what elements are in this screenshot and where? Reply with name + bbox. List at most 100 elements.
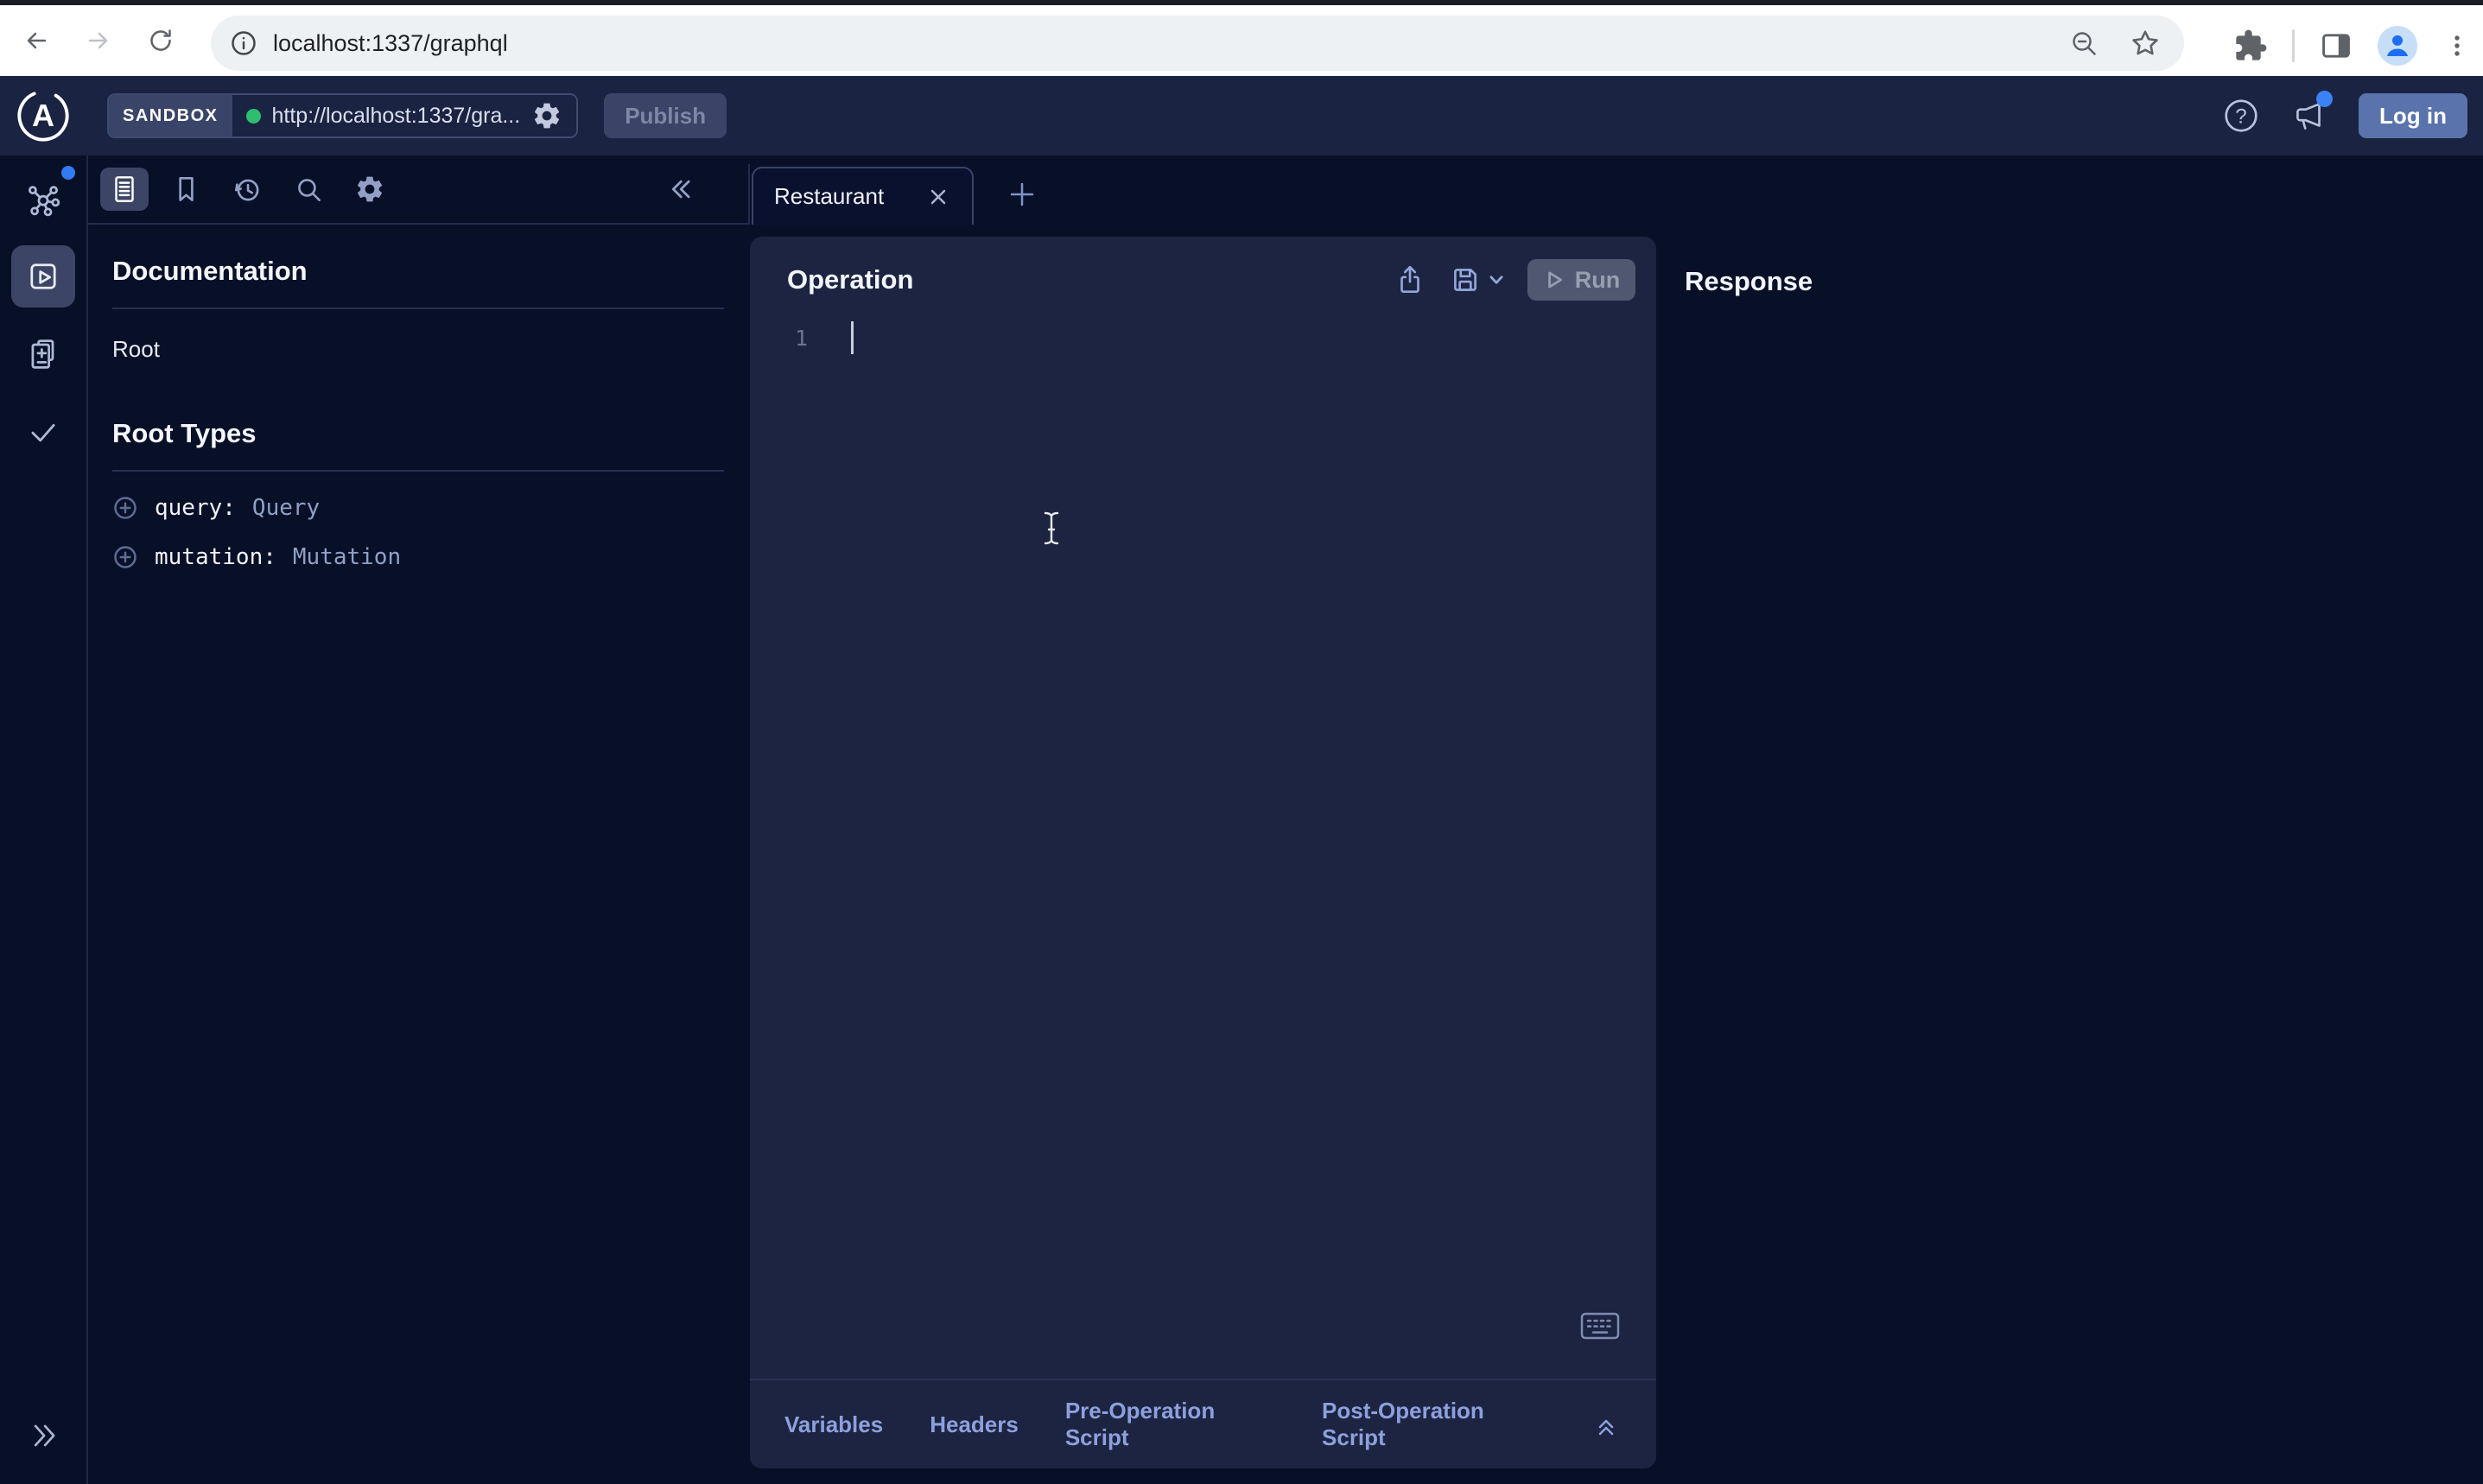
tab-variables[interactable]: Variables (784, 1411, 883, 1438)
collapse-doc-panel-button[interactable] (662, 170, 696, 208)
new-tab-button[interactable] (1005, 177, 1039, 212)
documentation-title: Documentation (112, 256, 724, 287)
forward-arrow-icon (83, 25, 114, 56)
double-chevron-up-icon (1591, 1409, 1622, 1440)
root-types-title: Root Types (112, 418, 724, 449)
help-icon[interactable]: ? (2222, 97, 2260, 135)
bookmark-star-icon[interactable] (2129, 27, 2162, 60)
operation-editor[interactable]: 1 (750, 321, 1656, 354)
tab-restaurant[interactable]: Restaurant (752, 167, 974, 225)
apollo-sandbox-page: { "browser": { "url": "localhost:1337/gr… (0, 0, 2483, 1484)
double-chevron-left-icon (662, 172, 696, 206)
operation-title: Operation (787, 264, 913, 295)
browser-back-button[interactable] (12, 16, 60, 65)
divider (112, 470, 724, 472)
save-operation-button[interactable] (1449, 263, 1482, 296)
announcements-button[interactable] (2289, 96, 2329, 136)
expand-sidebar-button[interactable] (11, 1410, 75, 1462)
site-info-icon[interactable] (228, 28, 259, 59)
save-menu-chevron[interactable] (1488, 271, 1505, 289)
field-name[interactable]: mutation: (155, 544, 276, 570)
operation-panel: Operation Run 1 Variables (750, 237, 1656, 1468)
apollo-logo-letter: A (16, 88, 71, 143)
add-field-icon[interactable] (112, 495, 138, 521)
apollo-logo[interactable]: A (16, 88, 71, 143)
tool-bookmarks[interactable] (162, 168, 210, 211)
nav-explorer[interactable] (11, 245, 75, 308)
text-caret (851, 321, 854, 354)
back-arrow-icon (21, 25, 52, 56)
keyboard-icon (1580, 1311, 1620, 1341)
line-number: 1 (795, 326, 808, 351)
chevron-down-icon (1488, 271, 1505, 289)
graph-schema-icon (24, 180, 62, 218)
tool-search[interactable] (284, 168, 333, 211)
plus-icon (1005, 177, 1039, 212)
response-title: Response (1685, 266, 1813, 297)
field-row-mutation[interactable]: mutation: Mutation (112, 544, 724, 570)
close-x-icon (925, 184, 951, 210)
field-row-query[interactable]: query: Query (112, 495, 724, 521)
tool-history[interactable] (223, 168, 271, 211)
close-tab-icon[interactable] (925, 184, 951, 210)
add-field-icon[interactable] (112, 544, 138, 570)
schema-notification-dot (61, 166, 75, 180)
announcements-notification-dot (2316, 91, 2333, 107)
toolbar-divider (2292, 29, 2295, 62)
side-panel-icon[interactable] (2319, 29, 2353, 63)
tab-pre-operation-script[interactable]: Pre-Operation Script (1065, 1398, 1275, 1451)
operation-tabbar: Restaurant (748, 164, 2483, 225)
tab-label: Restaurant (774, 183, 884, 210)
bookmark-icon (169, 173, 202, 206)
operation-footer: Variables Headers Pre-Operation Script P… (750, 1379, 1656, 1468)
checkmark-icon (24, 413, 62, 451)
endpoint-settings-gear-icon[interactable] (531, 100, 562, 131)
search-icon (292, 173, 325, 206)
nav-changelog[interactable] (11, 323, 75, 385)
collapse-footer-button[interactable] (1591, 1409, 1622, 1440)
documentation-panel: Documentation Root Root Types query: Que… (88, 155, 748, 1484)
browser-forward-button[interactable] (74, 16, 123, 65)
save-operation-group (1449, 263, 1505, 296)
reload-icon (145, 25, 176, 56)
double-chevron-right-icon (24, 1417, 62, 1455)
endpoint-input[interactable]: http://localhost:1337/gra... (232, 95, 577, 136)
url-text[interactable]: localhost:1337/graphql (273, 30, 508, 57)
run-label: Run (1575, 267, 1620, 294)
field-name[interactable]: query: (155, 495, 236, 521)
save-floppy-icon (1449, 263, 1482, 296)
extensions-icon[interactable] (2233, 29, 2268, 63)
nav-checks[interactable] (11, 401, 75, 463)
connection-status-dot (246, 109, 261, 124)
browser-chrome: localhost:1337/graphql (0, 0, 2483, 76)
browser-reload-button[interactable] (137, 16, 185, 65)
person-icon (2380, 29, 2415, 63)
plus-circle-icon (112, 495, 138, 521)
sandbox-badge: SANDBOX (109, 95, 232, 136)
login-button[interactable]: Log in (2359, 93, 2467, 138)
changelog-diff-icon (24, 335, 62, 373)
field-type[interactable]: Query (252, 495, 320, 521)
keyboard-shortcuts-button[interactable] (1580, 1311, 1620, 1341)
history-clock-icon (231, 173, 264, 206)
tab-headers[interactable]: Headers (930, 1411, 1019, 1438)
publish-button[interactable]: Publish (604, 93, 727, 138)
endpoint-url-text: http://localhost:1337/gra... (272, 104, 521, 129)
share-operation-button[interactable] (1394, 263, 1426, 296)
tool-documentation[interactable] (100, 168, 149, 211)
nav-schema[interactable] (11, 168, 75, 230)
tab-post-operation-script[interactable]: Post-Operation Script (1322, 1398, 1544, 1451)
browser-menu-kebab-icon[interactable] (2442, 30, 2473, 61)
run-button[interactable]: Run (1527, 259, 1635, 301)
documentation-list-icon (108, 173, 141, 206)
documentation-toolbar (88, 155, 748, 225)
left-nav-rail (0, 155, 88, 1484)
field-type[interactable]: Mutation (293, 544, 401, 570)
profile-avatar[interactable] (2378, 26, 2417, 66)
browser-address-bar[interactable]: localhost:1337/graphql (211, 16, 2184, 71)
zoom-out-icon[interactable] (2068, 28, 2099, 59)
root-link[interactable]: Root (112, 336, 160, 363)
tool-settings[interactable] (346, 168, 394, 211)
mouse-text-cursor (1036, 509, 1067, 549)
plus-circle-icon (112, 544, 138, 570)
